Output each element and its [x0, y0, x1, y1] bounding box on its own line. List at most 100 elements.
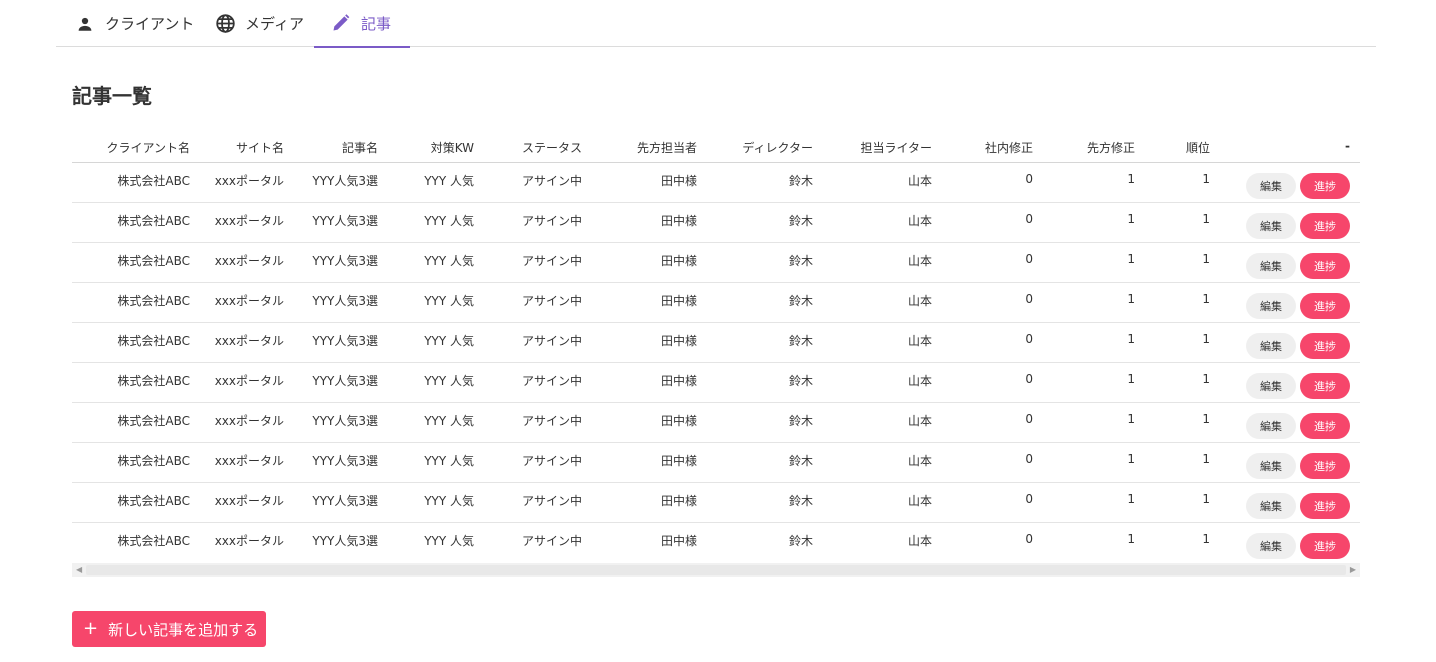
progress-button[interactable]: 進捗	[1300, 453, 1350, 479]
cell-writer: 山本	[907, 494, 932, 508]
cell-article-name: YYY人気3選	[312, 214, 378, 228]
cell-keyword: YYY 人気	[424, 374, 474, 388]
cell-client-name: 株式会社ABC	[117, 534, 190, 548]
cell-director: 鈴木	[788, 294, 813, 308]
cell-client-contact: 田中様	[660, 374, 697, 388]
edit-button[interactable]: 編集	[1246, 293, 1296, 319]
cell-writer: 山本	[907, 454, 932, 468]
table-row: 株式会社ABC xxxポータル YYY人気3選 YYY 人気 アサイン中 田中様 鈴木 山本 0…	[72, 243, 1360, 283]
edit-button[interactable]: 編集	[1246, 453, 1296, 479]
tab-clients[interactable]: クライアント	[74, 0, 194, 47]
cell-rank: 1	[1202, 212, 1210, 226]
cell-client-revisions: 1	[1127, 292, 1135, 306]
table-body: 株式会社ABC xxxポータル YYY人気3選 YYY 人気 アサイン中 田中様 鈴木 山本 0…	[72, 163, 1360, 563]
column-header[interactable]: 記事名	[342, 139, 378, 156]
cell-client-revisions: 1	[1127, 452, 1135, 466]
cell-director: 鈴木	[788, 334, 813, 348]
column-header[interactable]: 対策KW	[431, 139, 474, 156]
cell-rank: 1	[1202, 452, 1210, 466]
edit-button[interactable]: 編集	[1246, 373, 1296, 399]
column-header[interactable]: クライアント名	[106, 139, 190, 156]
cell-client-revisions: 1	[1127, 412, 1135, 426]
cell-status: アサイン中	[521, 334, 582, 348]
cell-article-name: YYY人気3選	[312, 454, 378, 468]
table-header: クライアント名 サイト名 記事名 対策KW ステータス 先方担当者 ディレクター…	[72, 127, 1360, 163]
progress-button[interactable]: 進捗	[1300, 533, 1350, 559]
column-header[interactable]: 社内修正	[985, 139, 1033, 156]
column-header[interactable]: 先方担当者	[637, 139, 697, 156]
cell-internal-revisions: 0	[1025, 372, 1033, 386]
progress-button[interactable]: 進捗	[1300, 293, 1350, 319]
edit-button[interactable]: 編集	[1246, 253, 1296, 279]
cell-director: 鈴木	[788, 374, 813, 388]
horizontal-scrollbar[interactable]: ◀ ▶	[72, 563, 1360, 577]
cell-client-contact: 田中様	[660, 334, 697, 348]
edit-button[interactable]: 編集	[1246, 213, 1296, 239]
cell-internal-revisions: 0	[1025, 172, 1033, 186]
progress-button[interactable]: 進捗	[1300, 493, 1350, 519]
edit-button[interactable]: 編集	[1246, 333, 1296, 359]
column-header[interactable]: 先方修正	[1087, 139, 1135, 156]
progress-button[interactable]: 進捗	[1300, 333, 1350, 359]
cell-keyword: YYY 人気	[424, 294, 474, 308]
edit-button[interactable]: 編集	[1246, 413, 1296, 439]
cell-director: 鈴木	[788, 254, 813, 268]
add-article-button[interactable]: + 新しい記事を追加する	[72, 611, 266, 647]
cell-internal-revisions: 0	[1025, 452, 1033, 466]
edit-button[interactable]: 編集	[1246, 493, 1296, 519]
column-header[interactable]: ディレクター	[742, 139, 813, 156]
column-header[interactable]: サイト名	[236, 139, 284, 156]
scroll-left-icon[interactable]: ◀	[76, 566, 82, 574]
cell-keyword: YYY 人気	[424, 454, 474, 468]
cell-status: アサイン中	[521, 174, 582, 188]
cell-rank: 1	[1202, 292, 1210, 306]
cell-client-name: 株式会社ABC	[117, 214, 190, 228]
cell-writer: 山本	[907, 174, 932, 188]
table-row: 株式会社ABC xxxポータル YYY人気3選 YYY 人気 アサイン中 田中様 鈴木 山本 0…	[72, 203, 1360, 243]
cell-client-contact: 田中様	[660, 294, 697, 308]
cell-rank: 1	[1202, 252, 1210, 266]
add-article-label: 新しい記事を追加する	[108, 620, 259, 639]
cell-director: 鈴木	[788, 534, 813, 548]
tab-articles[interactable]: 記事	[314, 0, 410, 48]
cell-writer: 山本	[907, 534, 932, 548]
globe-icon	[214, 13, 236, 35]
column-header-actions: -	[1345, 139, 1350, 153]
progress-button[interactable]: 進捗	[1300, 373, 1350, 399]
cell-rank: 1	[1202, 372, 1210, 386]
scroll-right-icon[interactable]: ▶	[1350, 566, 1356, 574]
cell-site-name: xxxポータル	[214, 454, 284, 468]
cell-client-name: 株式会社ABC	[117, 254, 190, 268]
edit-button[interactable]: 編集	[1246, 173, 1296, 199]
column-header[interactable]: ステータス	[522, 139, 582, 156]
cell-client-name: 株式会社ABC	[117, 374, 190, 388]
cell-status: アサイン中	[521, 494, 582, 508]
cell-site-name: xxxポータル	[214, 294, 284, 308]
cell-client-revisions: 1	[1127, 532, 1135, 546]
scrollbar-thumb[interactable]	[86, 565, 1346, 575]
cell-rank: 1	[1202, 532, 1210, 546]
column-header[interactable]: 順位	[1186, 139, 1210, 156]
edit-button[interactable]: 編集	[1246, 533, 1296, 559]
tab-media[interactable]: メディア	[214, 0, 304, 47]
table-row: 株式会社ABC xxxポータル YYY人気3選 YYY 人気 アサイン中 田中様 鈴木 山本 0…	[72, 483, 1360, 523]
progress-button[interactable]: 進捗	[1300, 213, 1350, 239]
cell-site-name: xxxポータル	[214, 534, 284, 548]
cell-internal-revisions: 0	[1025, 412, 1033, 426]
cell-article-name: YYY人気3選	[312, 334, 378, 348]
cell-rank: 1	[1202, 412, 1210, 426]
progress-button[interactable]: 進捗	[1300, 253, 1350, 279]
cell-keyword: YYY 人気	[424, 534, 474, 548]
pencil-icon	[330, 12, 352, 34]
progress-button[interactable]: 進捗	[1300, 413, 1350, 439]
progress-button[interactable]: 進捗	[1300, 173, 1350, 199]
cell-director: 鈴木	[788, 214, 813, 228]
cell-article-name: YYY人気3選	[312, 494, 378, 508]
tab-bar: クライアント メディア 記事	[56, 0, 1376, 48]
table-row: 株式会社ABC xxxポータル YYY人気3選 YYY 人気 アサイン中 田中様 鈴木 山本 0…	[72, 363, 1360, 403]
cell-keyword: YYY 人気	[424, 494, 474, 508]
column-header[interactable]: 担当ライター	[860, 139, 932, 156]
tab-label: クライアント	[105, 15, 195, 33]
cell-client-name: 株式会社ABC	[117, 414, 190, 428]
cell-director: 鈴木	[788, 414, 813, 428]
